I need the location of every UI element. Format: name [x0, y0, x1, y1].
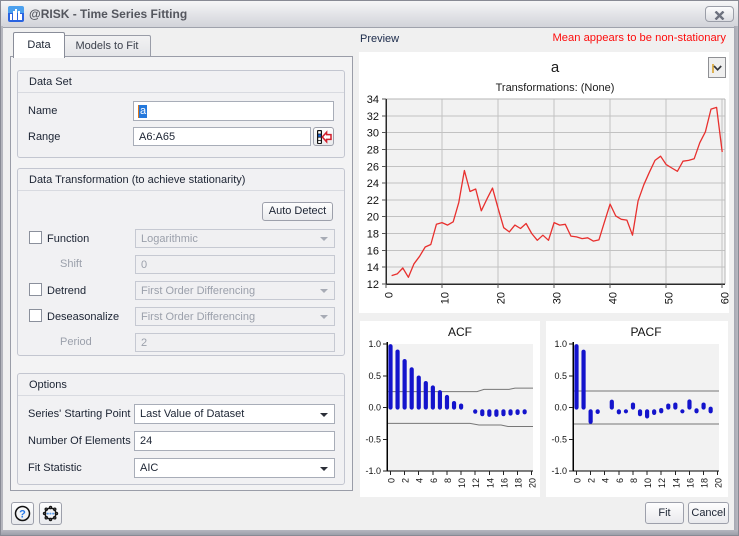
svg-text:20: 20	[367, 212, 379, 224]
svg-text:14: 14	[671, 478, 681, 488]
svg-text:12: 12	[367, 279, 379, 291]
svg-text:-0.5: -0.5	[551, 434, 567, 444]
svg-text:14: 14	[485, 478, 495, 488]
svg-text:50: 50	[664, 292, 676, 304]
svg-text:-0.5: -0.5	[365, 434, 381, 444]
svg-text:10: 10	[457, 478, 467, 488]
svg-text:0.0: 0.0	[554, 403, 567, 413]
svg-text:Transformations: (None): Transformations: (None)	[496, 82, 615, 94]
svg-text:24: 24	[367, 178, 379, 190]
svg-text:-1.0: -1.0	[365, 466, 381, 476]
svg-text:1.0: 1.0	[368, 339, 381, 349]
svg-text:0.5: 0.5	[368, 371, 381, 381]
svg-text:ACF: ACF	[448, 325, 472, 339]
svg-text:4: 4	[415, 478, 425, 483]
svg-text:30: 30	[367, 128, 379, 140]
svg-text:0.0: 0.0	[368, 403, 381, 413]
svg-text:20: 20	[528, 478, 538, 488]
svg-text:0: 0	[384, 292, 396, 298]
svg-text:28: 28	[367, 144, 379, 156]
svg-text:6: 6	[429, 478, 439, 483]
svg-text:2: 2	[587, 478, 597, 483]
svg-text:60: 60	[720, 292, 729, 304]
svg-text:12: 12	[471, 478, 481, 488]
svg-text:40: 40	[608, 292, 620, 304]
svg-text:18: 18	[367, 229, 379, 241]
svg-text:18: 18	[514, 478, 524, 488]
svg-text:34: 34	[367, 94, 379, 106]
svg-text:16: 16	[685, 478, 695, 488]
svg-text:10: 10	[440, 292, 452, 304]
svg-text:0.5: 0.5	[554, 371, 567, 381]
svg-text:22: 22	[367, 195, 379, 207]
svg-text:20: 20	[496, 292, 508, 304]
svg-text:26: 26	[367, 161, 379, 173]
svg-text:32: 32	[367, 111, 379, 123]
svg-text:12: 12	[657, 478, 667, 488]
svg-text:6: 6	[615, 478, 625, 483]
svg-text:8: 8	[629, 478, 639, 483]
svg-text:0: 0	[387, 478, 397, 483]
svg-text:1.0: 1.0	[554, 339, 567, 349]
svg-text:30: 30	[552, 292, 564, 304]
svg-text:16: 16	[499, 478, 509, 488]
svg-text:20: 20	[714, 478, 724, 488]
svg-text:10: 10	[643, 478, 653, 488]
svg-text:18: 18	[700, 478, 710, 488]
svg-text:14: 14	[367, 262, 379, 274]
svg-text:-1.0: -1.0	[551, 466, 567, 476]
svg-text:0: 0	[573, 478, 583, 483]
svg-text:4: 4	[601, 478, 611, 483]
svg-text:a: a	[551, 59, 560, 76]
svg-text:?: ?	[19, 509, 26, 521]
svg-text:16: 16	[367, 245, 379, 257]
svg-text:PACF: PACF	[630, 325, 661, 339]
svg-text:8: 8	[443, 478, 453, 483]
svg-text:2: 2	[401, 478, 411, 483]
